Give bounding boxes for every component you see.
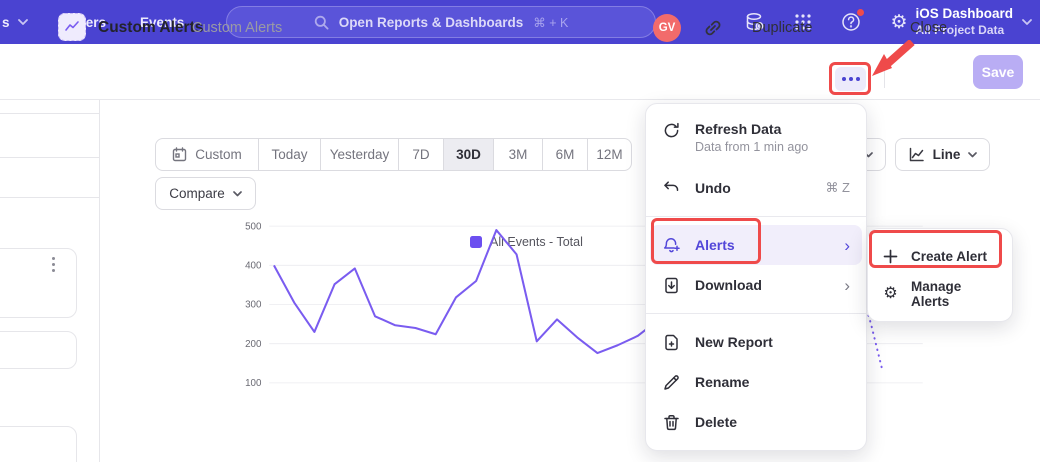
menu-item-rename[interactable]: Rename <box>646 362 866 402</box>
submenu-item-create-alert[interactable]: Create Alert <box>868 237 1012 275</box>
menu-item-label: Alerts <box>695 237 735 253</box>
submenu-item-manage-alerts[interactable]: ⚙ Manage Alerts <box>868 275 1012 313</box>
help-icon[interactable] <box>840 11 862 33</box>
app-window: s Users Events Open Reports & Dashboards… <box>0 0 1040 462</box>
search-shortcut: ⌘ + K <box>533 15 568 30</box>
menu-item-refresh-data[interactable]: Refresh Data Data from 1 min ago <box>646 112 866 168</box>
submenu-item-label: Create Alert <box>911 249 987 264</box>
chevron-down-icon <box>1022 19 1032 25</box>
menu-item-label: New Report <box>695 334 773 350</box>
search-placeholder: Open Reports & Dashboards <box>339 15 524 30</box>
menu-item-new-report[interactable]: New Report <box>646 322 866 362</box>
download-icon <box>662 276 681 295</box>
y-axis-tick: 300 <box>245 300 262 311</box>
y-axis-tick: 100 <box>245 378 262 389</box>
y-axis-tick: 500 <box>245 221 262 232</box>
menu-item-label: Delete <box>695 414 737 430</box>
trash-icon <box>662 413 681 432</box>
menu-divider <box>646 216 866 217</box>
report-options-menu: Refresh Data Data from 1 min ago Undo ⌘ … <box>645 103 867 451</box>
menu-item-label: Download <box>695 277 762 293</box>
settings-gear-icon[interactable]: ⚙ <box>888 11 910 33</box>
menu-item-label: Rename <box>695 374 749 390</box>
copy-link-icon[interactable] <box>702 17 724 39</box>
submenu-item-label: Manage Alerts <box>911 279 998 309</box>
close-button[interactable]: Close <box>910 20 947 36</box>
nav-truncated-label: s <box>2 15 10 30</box>
more-options-button[interactable] <box>835 67 866 91</box>
report-type-icon <box>58 13 86 41</box>
gear-icon: ⚙ <box>882 286 899 303</box>
submenu-caret: › <box>844 277 850 294</box>
menu-item-delete[interactable]: Delete <box>646 402 866 442</box>
save-button[interactable]: Save <box>973 55 1023 89</box>
header-divider <box>884 58 885 88</box>
y-axis-tick: 200 <box>245 339 262 350</box>
pencil-icon <box>662 373 681 392</box>
avatar[interactable]: GV <box>653 14 681 42</box>
menu-item-text: Refresh Data Data from 1 min ago <box>695 121 808 154</box>
nav-item-truncated[interactable]: s <box>0 15 28 30</box>
menu-item-label: Undo <box>695 180 731 196</box>
menu-item-alerts[interactable]: Alerts › <box>650 225 862 265</box>
undo-icon <box>662 179 681 198</box>
plus-icon <box>882 248 899 265</box>
page-title: Custom Alerts <box>98 19 203 37</box>
refresh-icon <box>662 121 681 140</box>
y-axis-tick: 400 <box>245 260 262 271</box>
menu-shortcut: ⌘ Z <box>825 180 850 196</box>
global-search-input[interactable]: Open Reports & Dashboards ⌘ + K <box>226 6 656 38</box>
chevron-down-icon <box>18 19 28 25</box>
line-chart-glyph <box>64 19 80 35</box>
notification-dot <box>856 8 865 17</box>
menu-item-download[interactable]: Download › <box>646 265 866 305</box>
alerts-submenu: Create Alert ⚙ Manage Alerts <box>867 228 1013 322</box>
menu-item-undo[interactable]: Undo ⌘ Z <box>646 168 866 208</box>
menu-item-label: Refresh Data <box>695 121 808 137</box>
breadcrumb: Custom Alerts <box>192 20 282 36</box>
submenu-caret: › <box>844 237 850 254</box>
bell-plus-icon <box>662 236 681 255</box>
menu-item-sub: Data from 1 min ago <box>695 140 808 154</box>
menu-divider <box>646 313 866 314</box>
new-report-icon <box>662 333 681 352</box>
search-icon <box>314 15 329 30</box>
duplicate-button[interactable]: Duplicate <box>752 20 812 36</box>
